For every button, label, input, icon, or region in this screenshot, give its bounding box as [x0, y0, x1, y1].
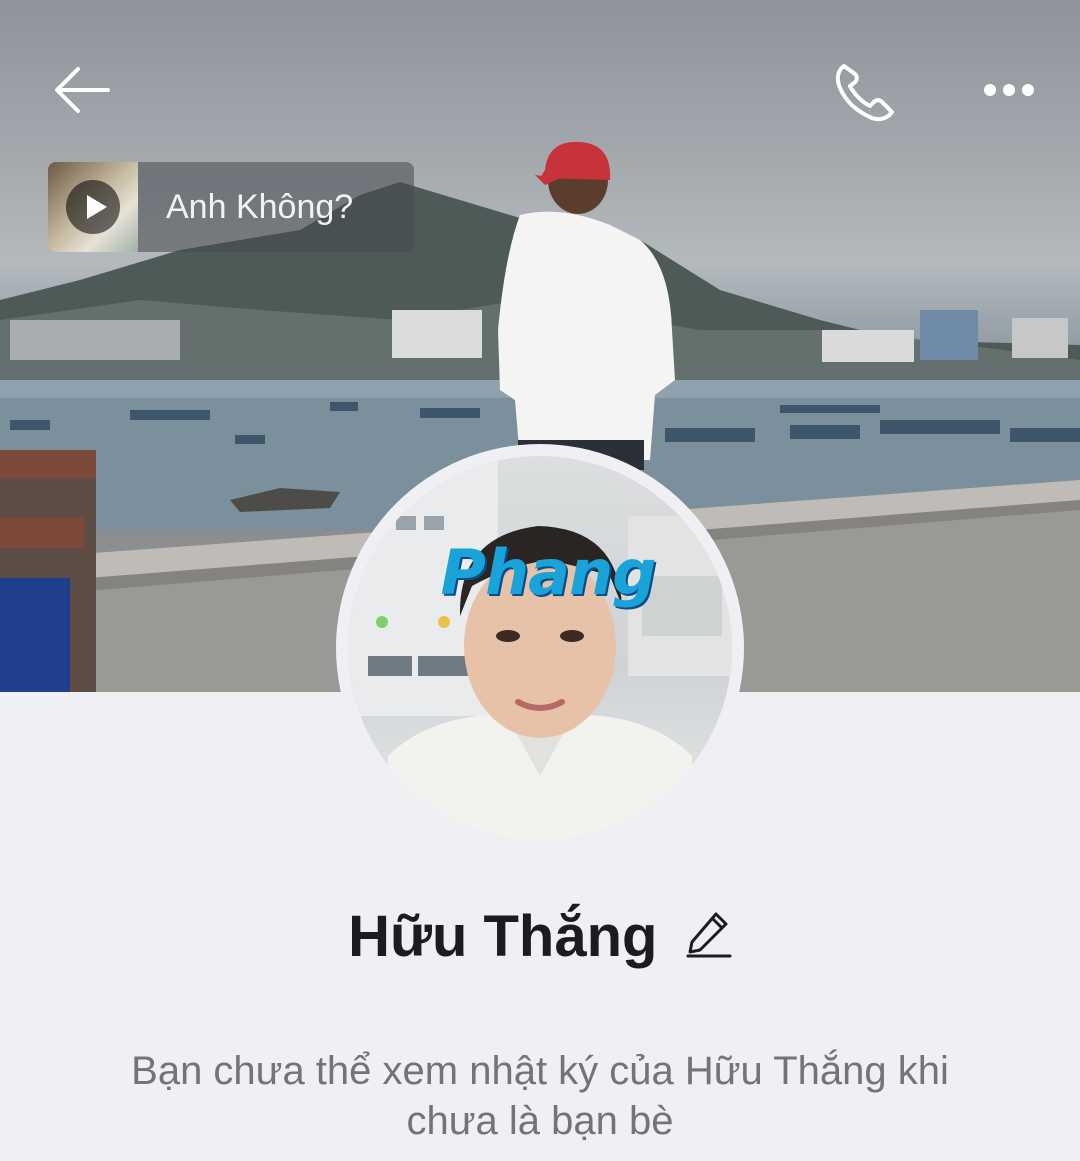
- phone-icon: [835, 64, 894, 122]
- avatar-scene: [348, 456, 732, 840]
- avatar[interactable]: Phang: [336, 444, 744, 852]
- music-title: Anh Không?: [166, 188, 354, 226]
- back-arrow-icon: [55, 67, 110, 113]
- edit-name-button[interactable]: [686, 908, 732, 958]
- avatar-photo: Phang: [348, 456, 732, 840]
- watermark: Phang: [440, 536, 657, 609]
- play-icon[interactable]: [66, 180, 120, 234]
- album-art: [48, 162, 138, 252]
- privacy-message: Bạn chưa thể xem nhật ký của Hữu Thắng k…: [131, 1049, 949, 1143]
- back-button[interactable]: [48, 60, 118, 120]
- more-button[interactable]: [974, 62, 1044, 118]
- profile-name: Hữu Thắng: [348, 904, 658, 969]
- profile-music-chip[interactable]: Anh Không?: [48, 162, 414, 252]
- pencil-icon: [686, 912, 732, 958]
- profile-name-row: Hữu Thắng: [0, 894, 1080, 984]
- call-button[interactable]: [830, 58, 900, 124]
- more-dots-icon: [984, 84, 1034, 96]
